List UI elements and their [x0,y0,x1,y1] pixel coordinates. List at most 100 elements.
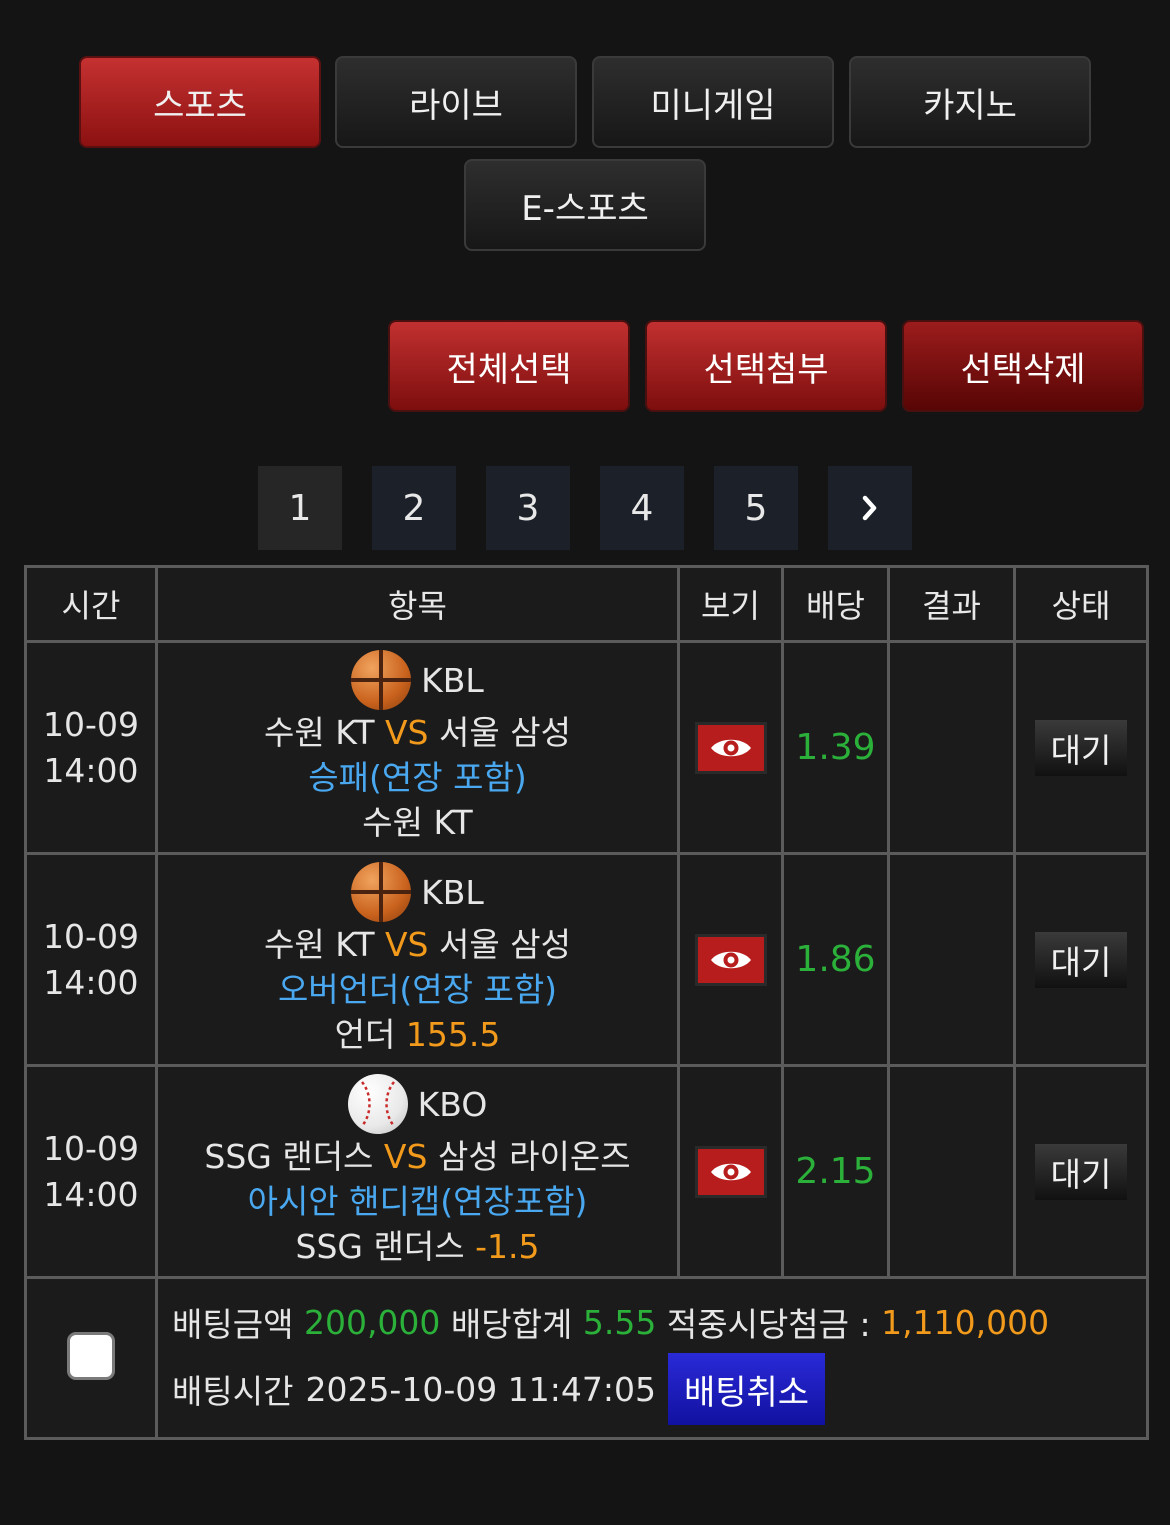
tab-label: 카지노 [923,85,1017,126]
page-number: 4 [630,487,654,529]
league-name: KBO [417,1084,488,1124]
match-time-cell: 10-09 14:00 [24,640,158,855]
chevron-right-icon [862,495,877,521]
bet-item-cell: KBL 수원 KT VS 서울 삼성 승패(연장 포함) 수원 KT [155,640,680,855]
match-date: 10-09 [43,704,139,744]
page-5-button[interactable]: 5 [714,466,798,550]
bet-item-cell: KBL 수원 KT VS 서울 삼성 오버언더(연장 포함) 언더 155.5 [155,852,680,1067]
tab-label: E-스포츠 [521,188,649,229]
baseball-icon [347,1074,408,1134]
eye-icon [710,1163,751,1180]
match-time-cell: 10-09 14:00 [24,852,158,1067]
tab-casino[interactable]: 카지노 [849,56,1091,148]
tab-live[interactable]: 라이브 [335,56,577,148]
odds-total-label: 배당합계 [450,1305,573,1344]
vs-label: VS [383,1137,428,1176]
pick-label: SSG 랜더스 [295,1227,465,1266]
pick-value: -1.5 [475,1227,540,1266]
bet-amount: 200,000 [303,1302,441,1342]
tab-minigame[interactable]: 미니게임 [592,56,834,148]
pick: 언더 155.5 [158,1012,677,1057]
button-label: 선택첨부 [703,349,829,390]
odds-total: 5.55 [582,1302,657,1342]
market-name: 아시안 핸디캡(연장포함) [247,1182,588,1221]
payout-amount: 1,110,000 [881,1302,1050,1342]
pick-label: 언더 [334,1015,396,1054]
pick-value: 155.5 [405,1015,501,1054]
match-date: 10-09 [43,916,139,956]
page-number: 3 [516,487,540,529]
select-cell [24,1276,158,1440]
bet-summary-row: 배팅금액 200,000 배당합계 5.55 적중시당첨금 : 1,110,00… [24,1276,1149,1440]
vs-label: VS [384,713,429,752]
match-time-cell: 10-09 14:00 [24,1064,158,1279]
delete-selected-button[interactable]: 선택삭제 [902,320,1144,412]
odds-value: 2.15 [781,1064,890,1279]
tab-sports[interactable]: 스포츠 [79,56,321,148]
bet-history-table: 시간 항목 보기 배당 결과 상태 10-09 14:00 KBL 수원 KT … [24,565,1149,1440]
table-row: 10-09 14:00 KBL 수원 KT VS 서울 삼성 승패(연장 포함)… [24,640,1149,855]
view-cell [677,640,784,855]
page-4-button[interactable]: 4 [600,466,684,550]
away-team: 삼성 라이온즈 [437,1137,631,1176]
next-page-button[interactable] [828,466,912,550]
table-row: 10-09 14:00 KBL 수원 KT VS 서울 삼성 오버언더(연장 포… [24,852,1149,1067]
status-cell: 대기 [1013,852,1149,1067]
home-team: 수원 KT [264,925,375,964]
bet-item-cell: KBO SSG 랜더스 VS 삼성 라이온즈 아시안 핸디캡(연장포함) SSG… [155,1064,680,1279]
odds-value: 1.86 [781,852,890,1067]
status-cell: 대기 [1013,1064,1149,1279]
cancel-bet-button[interactable]: 배팅취소 [667,1353,826,1425]
tab-label: 미니게임 [650,85,776,126]
away-team: 서울 삼성 [439,713,571,752]
select-all-button[interactable]: 전체선택 [388,320,630,412]
home-team: 수원 KT [264,713,375,752]
pick-label: 수원 KT [362,803,473,842]
column-header-odds: 배당 [781,565,890,643]
market-name: 승패(연장 포함) [308,758,527,797]
basketball-icon [351,862,412,922]
attach-selected-button[interactable]: 선택첨부 [645,320,887,412]
status-badge: 대기 [1035,1143,1127,1200]
page-2-button[interactable]: 2 [372,466,456,550]
table-row: 10-09 14:00 KBO SSG 랜더스 VS 삼성 라이온즈 아시안 핸… [24,1064,1149,1279]
odds-value: 1.39 [781,640,890,855]
page-3-button[interactable]: 3 [486,466,570,550]
page-number: 2 [402,487,426,529]
eye-icon [710,951,751,968]
home-team: SSG 랜더스 [204,1137,374,1176]
button-label: 전체선택 [446,349,572,390]
matchup: SSG 랜더스 VS 삼성 라이온즈 [158,1134,677,1179]
bet-summary: 배팅금액 200,000 배당합계 5.55 적중시당첨금 : 1,110,00… [155,1276,1149,1440]
result-cell [887,852,1016,1067]
bet-time: 2025-10-09 11:47:05 [305,1369,656,1409]
match-date: 10-09 [43,1128,139,1168]
basketball-icon [351,650,412,710]
column-header-item: 항목 [155,565,680,643]
view-details-button[interactable] [694,933,767,986]
tab-esports[interactable]: E-스포츠 [464,159,706,251]
result-cell [887,1064,1016,1279]
status-cell: 대기 [1013,640,1149,855]
market-name: 오버언더(연장 포함) [277,970,558,1009]
payout-label: 적중시당첨금 : [666,1305,871,1344]
away-team: 서울 삼성 [439,925,571,964]
result-cell [887,640,1016,855]
match-time: 14:00 [43,750,139,790]
table-header-row: 시간 항목 보기 배당 결과 상태 [24,565,1149,643]
bet-amount-label: 배팅금액 [172,1305,294,1344]
view-details-button[interactable] [694,1145,767,1198]
column-header-result: 결과 [887,565,1016,643]
column-header-status: 상태 [1013,565,1149,643]
pick: 수원 KT [158,800,677,845]
vs-label: VS [384,925,429,964]
page-1-button[interactable]: 1 [258,466,342,550]
view-cell [677,1064,784,1279]
select-checkbox[interactable] [67,1332,115,1380]
button-label: 선택삭제 [960,349,1086,390]
view-details-button[interactable] [694,721,767,774]
match-time: 14:00 [43,1174,139,1214]
match-time: 14:00 [43,962,139,1002]
matchup: 수원 KT VS 서울 삼성 [158,710,677,755]
view-cell [677,852,784,1067]
